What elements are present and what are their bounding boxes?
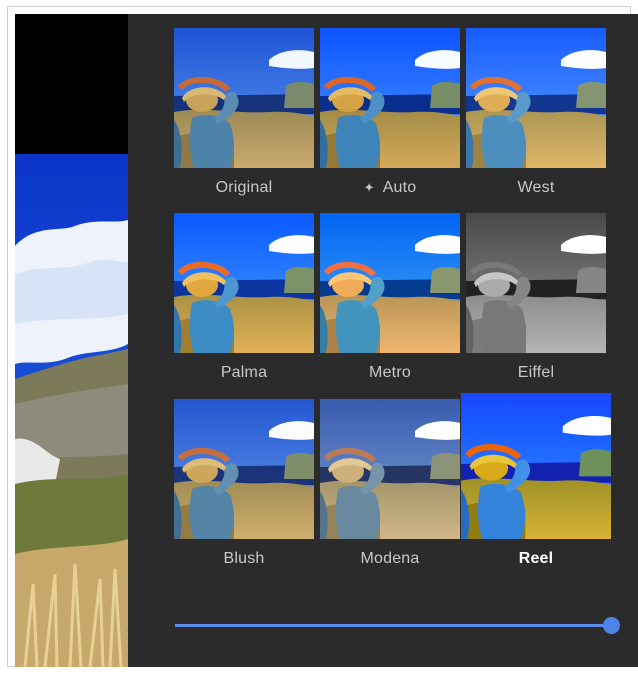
- photo-preview-image: [15, 154, 128, 667]
- filter-tile-metro[interactable]: Metro: [320, 213, 460, 384]
- filter-tile-west[interactable]: West: [466, 28, 606, 199]
- filter-tile-original[interactable]: Original: [174, 28, 314, 199]
- filter-tile-auto[interactable]: ✦ Auto: [320, 28, 460, 199]
- filter-thumbnail: [174, 28, 314, 168]
- filter-label: Palma: [220, 364, 268, 381]
- intensity-slider[interactable]: [175, 614, 620, 638]
- filter-thumbnail: [466, 28, 606, 168]
- photo-preview: [15, 154, 128, 667]
- filter-label: Blush: [223, 550, 265, 567]
- filter-panel: Original ✦ Auto West Palma Metro Eiffel …: [128, 14, 638, 667]
- filter-tile-eiffel[interactable]: Eiffel: [466, 213, 606, 384]
- filter-thumbnail: [320, 399, 460, 539]
- filter-thumbnail: [320, 213, 460, 353]
- filter-label: ✦ Auto: [320, 177, 460, 199]
- filter-label: Eiffel: [517, 364, 555, 381]
- auto-sparkle-icon: ✦: [363, 180, 375, 195]
- filter-thumbnail: [174, 213, 314, 353]
- slider-handle[interactable]: [603, 617, 620, 634]
- filter-thumbnail-selected: [461, 393, 611, 539]
- slider-fill: [175, 624, 611, 627]
- photo-editor: Original ✦ Auto West Palma Metro Eiffel …: [15, 14, 638, 667]
- filter-label: Reel: [518, 550, 554, 567]
- filter-thumbnail: [466, 213, 606, 353]
- filter-label: Metro: [369, 364, 411, 381]
- filter-label: Original: [215, 179, 273, 196]
- filter-label: West: [517, 179, 555, 196]
- filter-tile-reel[interactable]: Reel: [461, 399, 611, 570]
- filter-thumbnail: [320, 28, 460, 168]
- filter-thumbnail: [174, 399, 314, 539]
- filter-tile-blush[interactable]: Blush: [174, 399, 314, 570]
- filter-tile-palma[interactable]: Palma: [174, 213, 314, 384]
- preview-background: [15, 14, 128, 154]
- filter-tile-modena[interactable]: Modena: [320, 399, 460, 570]
- filter-label: Modena: [360, 550, 420, 567]
